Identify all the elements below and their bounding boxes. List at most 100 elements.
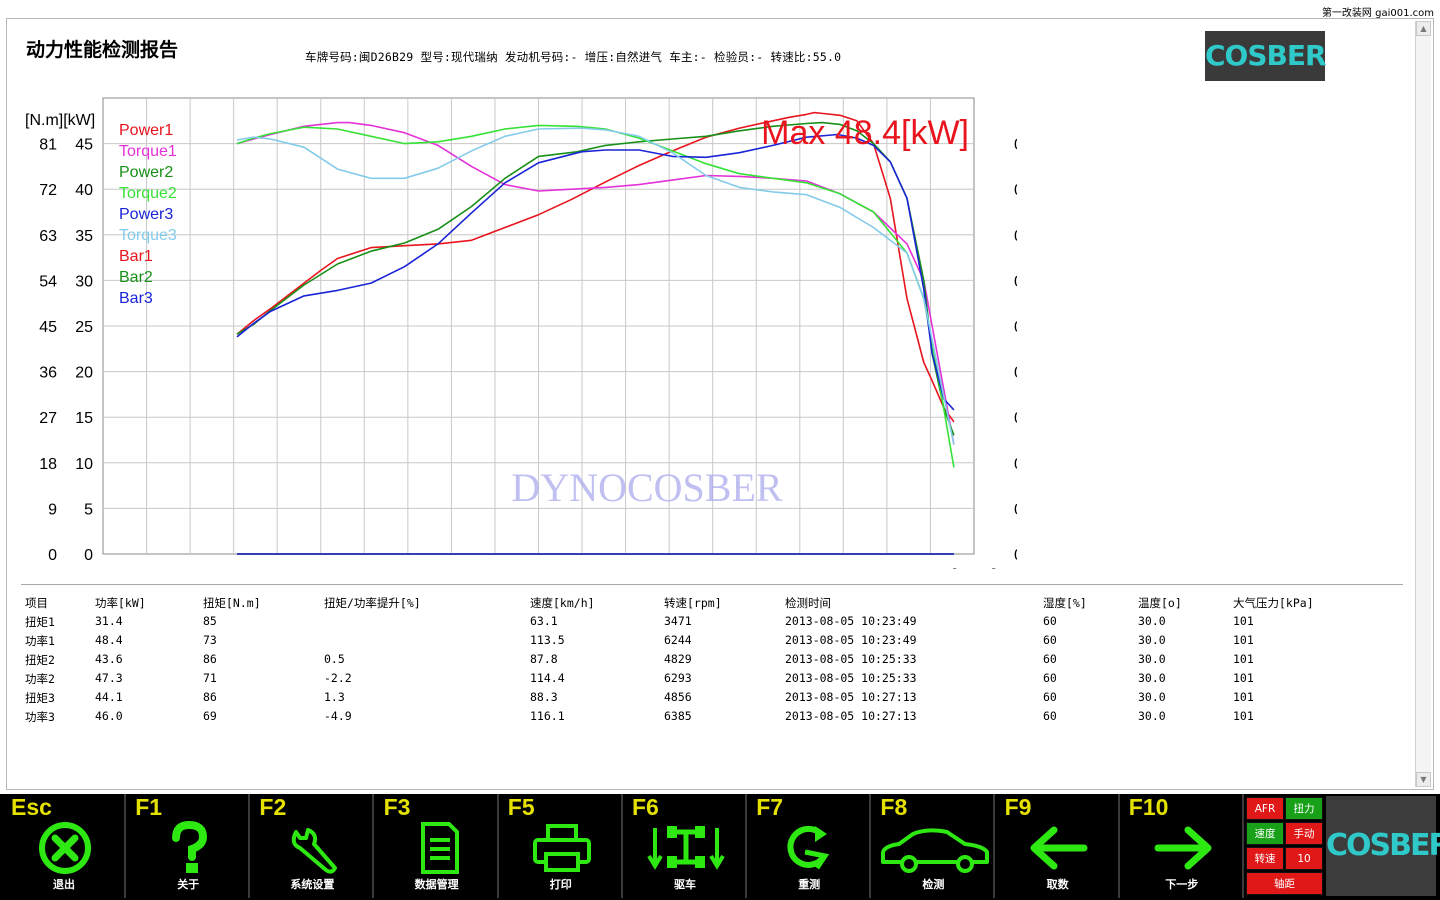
cosber-logo-bottom: COSBER [1326, 796, 1440, 896]
table-cell: 扭矩3 [25, 691, 55, 705]
legend-entry-bar3: Bar3 [119, 290, 153, 307]
arrow-left-icon [1030, 826, 1088, 870]
y-tick-torque: 27 [39, 410, 57, 427]
y-tick-torque: 9 [48, 501, 57, 518]
vehicle-info-line: 车牌号码:闽D26B29 型号:现代瑞纳 发动机号码:- 增压:自然进气 车主:… [305, 50, 842, 64]
legend-entry-torque2: Torque2 [119, 185, 177, 202]
table-cell: 2013-08-05 10:25:33 [785, 671, 917, 685]
y-tick-power: 0 [84, 547, 93, 564]
fkey-label: 打印 [549, 878, 572, 891]
fkey-f7-button[interactable]: F7 重测 [749, 794, 872, 898]
table-cell: 114.4 [530, 671, 565, 685]
x-tick-label: 5900 [735, 567, 771, 569]
y-tick-power: 45 [75, 137, 93, 154]
x-tick-label: 3560 [343, 567, 379, 569]
table-cell: 69 [203, 709, 217, 723]
table-cell: 功率2 [25, 672, 55, 686]
table-cell: 30.0 [1138, 652, 1166, 666]
column-header: 大气压力[kPa] [1233, 596, 1314, 610]
fkey-f5-button[interactable]: F5 打印 [500, 794, 623, 898]
scroll-up-icon[interactable]: ▲ [1416, 21, 1431, 36]
column-header: 功率[kW] [95, 596, 146, 610]
x-tick-label: 5120 [604, 567, 640, 569]
fkey-f1-button[interactable]: F1 关于 [128, 794, 251, 898]
x-tick-label: 2000 [82, 567, 118, 569]
fkey-f3-button[interactable]: F3 数据管理 [376, 794, 499, 898]
column-header: 扭矩[N.m] [203, 596, 261, 610]
status-toggle[interactable]: 手动 [1285, 822, 1323, 845]
fkey-code: F1 [135, 794, 163, 820]
table-cell: 2013-08-05 10:23:49 [785, 633, 917, 647]
y-tick-torque: 0 [48, 547, 57, 564]
fkey-code: F7 [756, 794, 784, 820]
fkey-f10-button[interactable]: F10 下一步 [1121, 794, 1244, 898]
legend-entry-torque1: Torque1 [119, 143, 177, 160]
table-cell: 60 [1043, 709, 1057, 723]
axle-distance-button[interactable]: 轴距 [1246, 872, 1323, 895]
status-toggle[interactable]: 速度 [1246, 822, 1284, 845]
table-cell: 47.3 [95, 671, 123, 685]
table-cell: 2013-08-05 10:23:49 [785, 614, 917, 628]
fkey-f8-button[interactable]: F8 检测 [873, 794, 996, 898]
fkey-code: F3 [383, 794, 411, 820]
scroll-down-icon[interactable]: ▼ [1416, 772, 1431, 787]
status-toggle[interactable]: 扭力 [1285, 797, 1323, 820]
y-tick-bar: 0.60 [1014, 273, 1017, 290]
fkey-esc-button[interactable]: Esc 退出 [4, 794, 126, 898]
x-tick-label: 5380 [648, 567, 684, 569]
x-tick-label: 3300 [300, 567, 336, 569]
column-header: 速度[km/h] [530, 596, 595, 610]
x-tick-label: 4860 [561, 567, 597, 569]
y-tick-bar: 0.20 [1014, 456, 1017, 473]
table-cell: 30.0 [1138, 614, 1166, 628]
fkey-code: F10 [1128, 794, 1169, 820]
table-cell: 功率1 [25, 634, 55, 648]
fkey-f2-button[interactable]: F2 系统设置 [252, 794, 375, 898]
legend-entry-bar1: Bar1 [119, 248, 153, 265]
x-tick-label: 4340 [474, 567, 510, 569]
table-cell: 30.0 [1138, 671, 1166, 685]
chart-watermark: DYNOCOSBER [511, 465, 782, 510]
legend-entry-power3: Power3 [119, 206, 173, 223]
x-tick-label: 6420 [822, 567, 858, 569]
vertical-scrollbar[interactable]: ▲ ▼ [1415, 21, 1431, 787]
table-cell: 扭矩2 [25, 653, 55, 667]
y-tick-bar: 0.90 [1014, 137, 1017, 154]
status-panel: AFR 扭力 速度 手动 转速 10 轴距 [1246, 796, 1324, 895]
x-tick-label: 2780 [213, 567, 249, 569]
table-cell: 88.3 [530, 690, 558, 704]
dyno-chart: 8172635445362718904540353025201510500.90… [25, 97, 1017, 569]
table-cell: 73 [203, 633, 217, 647]
status-toggle[interactable]: 转速 [1246, 847, 1284, 870]
table-cell: 60 [1043, 652, 1057, 666]
document-icon [420, 822, 459, 874]
fkey-f6-button[interactable]: F6 驱车 [625, 794, 747, 898]
column-header: 湿度[%] [1043, 596, 1087, 610]
table-cell: 4829 [664, 652, 692, 666]
page-title: 动力性能检测报告 [26, 39, 179, 61]
table-cell: 6385 [664, 709, 692, 723]
table-cell: 6293 [664, 671, 692, 685]
x-tick-label: 4600 [517, 567, 553, 569]
y-tick-torque: 54 [39, 273, 57, 290]
fkey-label: 驱车 [674, 878, 696, 891]
fkey-f9-button[interactable]: F9 取数 [997, 794, 1120, 898]
report-panel: 动力性能检测报告 车牌号码:闽D26B29 型号:现代瑞纳 发动机号码:- 增压… [6, 18, 1434, 790]
y-tick-bar: 0.80 [1014, 182, 1017, 199]
left-axis-units: [N.m][kW] [25, 112, 95, 129]
y-tick-torque: 63 [39, 228, 57, 245]
table-cell: 101 [1233, 671, 1254, 685]
table-cell: 功率3 [25, 710, 55, 724]
table-cell: -2.2 [324, 671, 352, 685]
fkey-label: 退出 [53, 878, 75, 891]
y-tick-power: 15 [75, 410, 93, 427]
status-toggle[interactable]: 10 [1285, 847, 1323, 870]
y-tick-torque: 36 [39, 365, 57, 382]
table-cell: 85 [203, 614, 217, 628]
x-tick-label: 3820 [387, 567, 423, 569]
table-cell: 63.1 [530, 614, 558, 628]
y-tick-power: 10 [75, 456, 93, 473]
status-toggle[interactable]: AFR [1246, 797, 1284, 820]
table-cell: 43.6 [95, 652, 123, 666]
fkey-label: 重测 [798, 878, 821, 891]
